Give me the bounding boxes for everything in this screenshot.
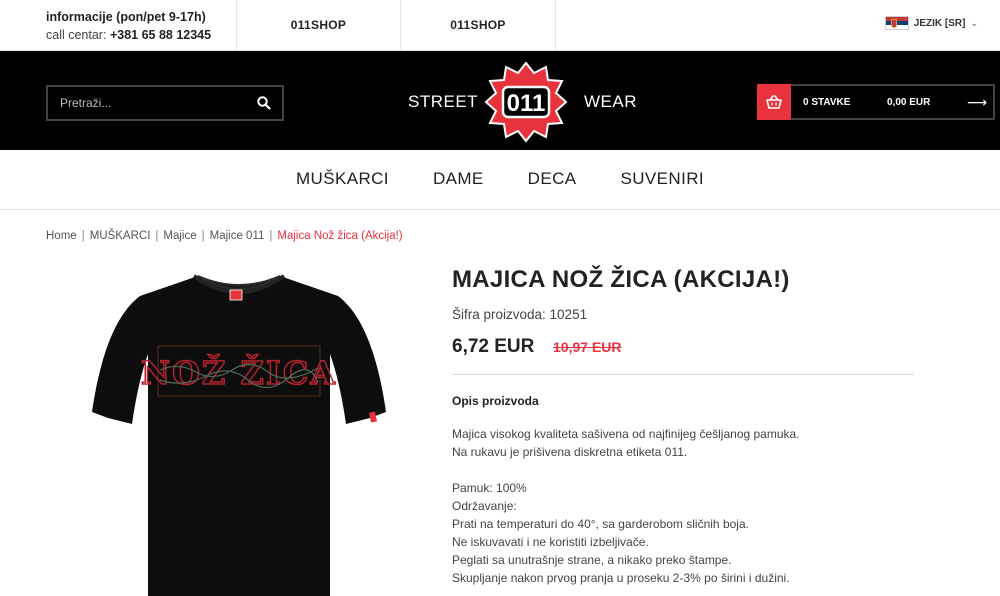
product-description: Majica visokog kvaliteta sašivena od naj… xyxy=(452,425,912,587)
product-title: MAJICA NOŽ ŽICA (AKCIJA!) xyxy=(452,266,790,293)
tshirt-print-graphic: NOŽ ŽICA xyxy=(140,345,336,397)
search-icon[interactable] xyxy=(256,95,272,111)
neck-label-icon xyxy=(229,289,243,301)
call-center-label: call centar: xyxy=(46,28,107,42)
logo-street-text: STREET xyxy=(408,92,479,111)
description-heading: Opis proizvoda xyxy=(452,394,539,408)
shop-link-prizrenska[interactable]: 011SHOP PRIZRENSKA xyxy=(236,0,400,82)
description-line: Skupljanje nakon prvog pranja u proseku … xyxy=(452,571,790,585)
breadcrumb: Home | MUŠKARCI | Majice | Majice 011 | Majica N… xyxy=(46,230,403,242)
chevron-down-icon: ⌄ xyxy=(970,17,978,28)
description-line: Prati na temperaturi do 40°, sa garderob… xyxy=(452,517,749,531)
product-price: 6,72 EUR xyxy=(452,336,535,357)
serbian-flag-icon xyxy=(884,16,909,30)
logo-wear-text: WEAR xyxy=(584,92,637,111)
cart-total: 0,00 EUR xyxy=(887,96,931,108)
shop-link-gandijeva[interactable]: 011SHOP GANDIJEVA xyxy=(400,0,556,82)
breadcrumb-current: Majica Nož žica (Akcija!) xyxy=(277,230,403,242)
product-sku: Šifra proizvoda: 10251 xyxy=(452,307,588,322)
call-center: call centar: +381 65 88 12345 xyxy=(46,26,211,44)
product-image[interactable]: NOŽ ŽICA xyxy=(88,262,390,596)
description-line: Ne iskuvavati i ne koristiti izbeljivače… xyxy=(452,535,649,549)
product-old-price: 10,97 EUR xyxy=(553,339,622,355)
description-line: Na rukavu je prišivena diskretna etiketa… xyxy=(452,445,688,459)
description-line: Peglati sa unutrašnje strane, a nikako p… xyxy=(452,553,732,567)
breadcrumb-majice-011[interactable]: Majice 011 xyxy=(210,230,265,242)
breadcrumb-muskarci[interactable]: MUŠKARCI xyxy=(90,230,151,242)
main-header: STREET 011 WEAR 0 STAVKE 0,00 EUR ⟶ xyxy=(0,51,1000,150)
description-line: Majica visokog kvaliteta sašivena od naj… xyxy=(452,427,800,441)
arrow-right-icon[interactable]: ⟶ xyxy=(967,94,987,111)
basket-icon[interactable] xyxy=(757,84,791,120)
language-label: JEZIK [SR] xyxy=(913,17,966,29)
top-bar: informacije (pon/pet 9-17h) call centar:… xyxy=(0,0,1000,82)
logo-011-text: 011 xyxy=(507,90,546,117)
call-center-phone[interactable]: +381 65 88 12345 xyxy=(110,28,211,42)
search-input[interactable] xyxy=(48,87,248,119)
description-line: Održavanje: xyxy=(452,499,517,513)
nav-item-dame[interactable]: DAME xyxy=(411,169,506,189)
description-line: Pamuk: 100% xyxy=(452,481,527,495)
contact-info: informacije (pon/pet 9-17h) call centar:… xyxy=(46,8,211,44)
language-selector[interactable]: JEZIK [SR] ⌄ xyxy=(884,16,978,30)
search-box xyxy=(46,85,284,121)
breadcrumb-home[interactable]: Home xyxy=(46,230,77,242)
nav-item-deca[interactable]: DECA xyxy=(506,169,599,189)
breadcrumb-majice[interactable]: Majice xyxy=(163,230,196,242)
nav-item-muskarci[interactable]: MUŠKARCI xyxy=(274,169,411,189)
cart-item-count: 0 STAVKE xyxy=(803,96,851,108)
nav-item-suveniri[interactable]: SUVENIRI xyxy=(599,169,727,189)
divider xyxy=(452,374,914,375)
info-title: informacije (pon/pet 9-17h) xyxy=(46,10,206,24)
brand-logo[interactable]: 011 xyxy=(484,61,568,143)
main-nav: MUŠKARCI DAME DECA SUVENIRI xyxy=(0,150,1000,210)
cart-widget[interactable]: 0 STAVKE 0,00 EUR ⟶ xyxy=(757,84,995,120)
